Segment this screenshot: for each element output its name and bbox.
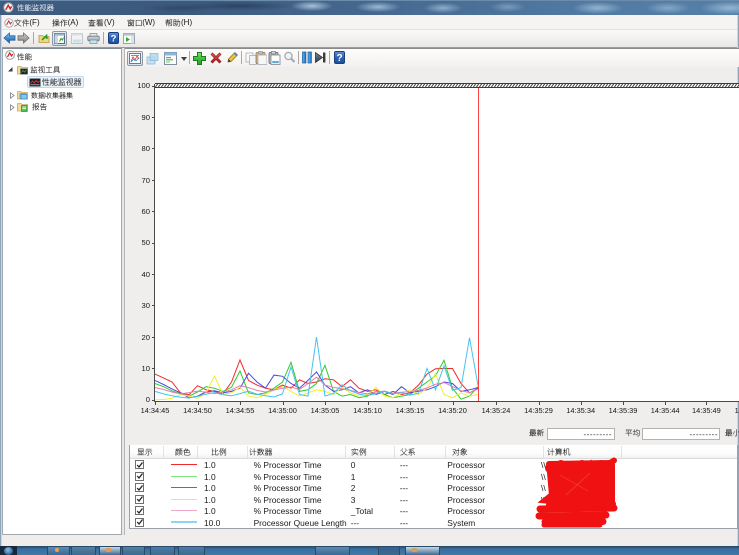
svg-text:?: ? <box>336 53 342 64</box>
svg-text:?: ? <box>111 33 117 44</box>
